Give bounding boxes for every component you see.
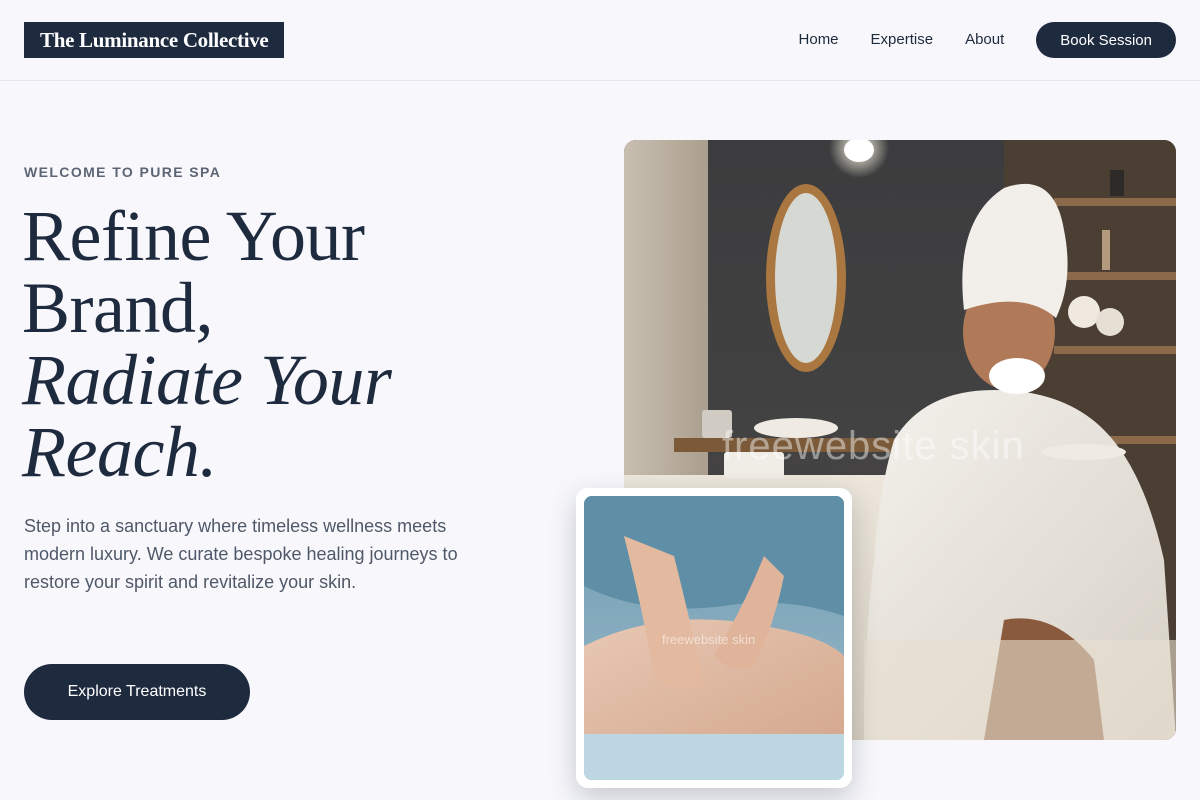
nav-link-expertise[interactable]: Expertise — [871, 22, 934, 58]
main-nav: Home Expertise About Book Session — [799, 22, 1176, 58]
headline-line-4: Reach. — [22, 412, 217, 492]
book-session-button[interactable]: Book Session — [1036, 22, 1176, 58]
headline-line-2: Brand, — [22, 268, 213, 348]
headline-line-1: Refine Your — [22, 196, 365, 276]
site-logo[interactable]: The Luminance Collective — [24, 22, 285, 58]
inset-watermark: freewebsite skin — [662, 632, 756, 647]
site-header: The Luminance Collective Home Expertise … — [0, 0, 1200, 81]
image-watermark: freewebsite skin — [722, 424, 1025, 468]
nav-link-about[interactable]: About — [965, 22, 1004, 58]
headline-line-3: Radiate Your — [22, 340, 392, 420]
hero-headline: Refine Your Brand, Radiate Your Reach. — [22, 200, 562, 488]
hero-eyebrow: WELCOME TO PURE SPA — [24, 164, 222, 180]
explore-treatments-button[interactable]: Explore Treatments — [24, 664, 250, 720]
nav-link-home[interactable]: Home — [799, 22, 839, 58]
hero-intro-text: Step into a sanctuary where timeless wel… — [24, 516, 458, 592]
